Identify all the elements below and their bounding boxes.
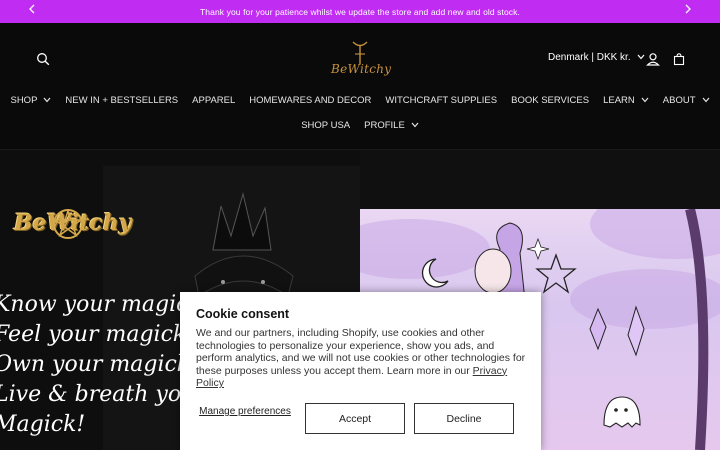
hero-tagline: Know your magick, Feel your magick, Own yo… bbox=[0, 290, 209, 440]
announcement-prev-icon[interactable] bbox=[25, 4, 39, 18]
nav-item-shop[interactable]: SHOP bbox=[10, 95, 51, 106]
tagline-line: Magick! bbox=[0, 412, 86, 437]
cart-icon[interactable] bbox=[669, 49, 689, 69]
logo-text: BeWitchy bbox=[331, 62, 392, 76]
country-selector[interactable]: Denmark | DKK kr. bbox=[548, 52, 645, 63]
account-icon[interactable] bbox=[643, 49, 663, 69]
chevron-down-icon bbox=[641, 95, 649, 106]
nav-item-book-services[interactable]: BOOK SERVICES bbox=[511, 95, 589, 106]
nav-item-label: SHOP bbox=[10, 95, 38, 106]
cookie-title: Cookie consent bbox=[196, 307, 290, 321]
announcement-next-icon[interactable] bbox=[681, 4, 695, 18]
nav-item-label: ABOUT bbox=[662, 95, 696, 106]
nav-item-label: SHOP USA bbox=[301, 120, 351, 131]
nav-item-apparel[interactable]: APPAREL bbox=[192, 95, 235, 106]
cookie-consent-dialog: Cookie consent We and our partners, incl… bbox=[180, 292, 541, 450]
decline-button[interactable]: Decline bbox=[414, 403, 514, 434]
announcement-bar: Thank you for your patience whilst we up… bbox=[0, 0, 720, 23]
tagline-line: Live & breath your bbox=[0, 382, 206, 407]
nav-item-learn[interactable]: LEARN bbox=[603, 95, 649, 106]
announcement-text: Thank you for your patience whilst we up… bbox=[200, 6, 520, 17]
chevron-down-icon bbox=[411, 120, 419, 131]
nav-item-label: NEW IN + BESTSELLERS bbox=[65, 95, 179, 106]
main-nav: SHOP NEW IN + BESTSELLERS APPAREL HOMEWARES… bbox=[0, 95, 720, 106]
nav-item-new-in-bestsellers[interactable]: NEW IN + BESTSELLERS bbox=[65, 95, 178, 106]
manage-preferences-button[interactable]: Manage preferences bbox=[196, 406, 294, 417]
nav-item-label: WITCHCRAFT SUPPLIES bbox=[385, 95, 498, 106]
search-icon[interactable] bbox=[33, 49, 53, 69]
cookie-body: We and our partners, including Shopify, … bbox=[196, 327, 526, 390]
pentagram-icon bbox=[52, 208, 84, 239]
tagline-line: Know your magick, bbox=[0, 292, 209, 317]
nav-item-witchcraft-supplies[interactable]: WITCHCRAFT SUPPLIES bbox=[385, 95, 497, 106]
tagline-line: Feel your magick, bbox=[0, 322, 194, 347]
site-header: BeWitchy Denmark | DKK kr. SHOP NEW IN + … bbox=[0, 23, 720, 150]
nav-item-label: LEARN bbox=[603, 95, 635, 106]
nav-item-label: APPAREL bbox=[192, 95, 236, 106]
accept-button[interactable]: Accept bbox=[305, 403, 405, 434]
country-selector-label: Denmark | DKK kr. bbox=[548, 52, 631, 63]
chevron-down-icon bbox=[702, 95, 710, 106]
chevron-down-icon bbox=[43, 95, 51, 106]
nav-item-label: PROFILE bbox=[364, 120, 405, 131]
nav-item-shop-usa[interactable]: SHOP USA bbox=[301, 120, 350, 131]
nav-item-label: HOMEWARES AND DECOR bbox=[249, 95, 372, 106]
nav-item-about[interactable]: ABOUT bbox=[663, 95, 710, 106]
nav-item-label: BOOK SERVICES bbox=[511, 95, 590, 106]
site-logo[interactable]: BeWitchy bbox=[331, 36, 392, 82]
nav-item-homewares-and-decor[interactable]: HOMEWARES AND DECOR bbox=[249, 95, 371, 106]
nav-item-profile[interactable]: PROFILE bbox=[364, 120, 419, 131]
main-nav-secondary: SHOP USA PROFILE bbox=[0, 120, 720, 131]
tagline-line: Own your magick, bbox=[0, 352, 198, 377]
